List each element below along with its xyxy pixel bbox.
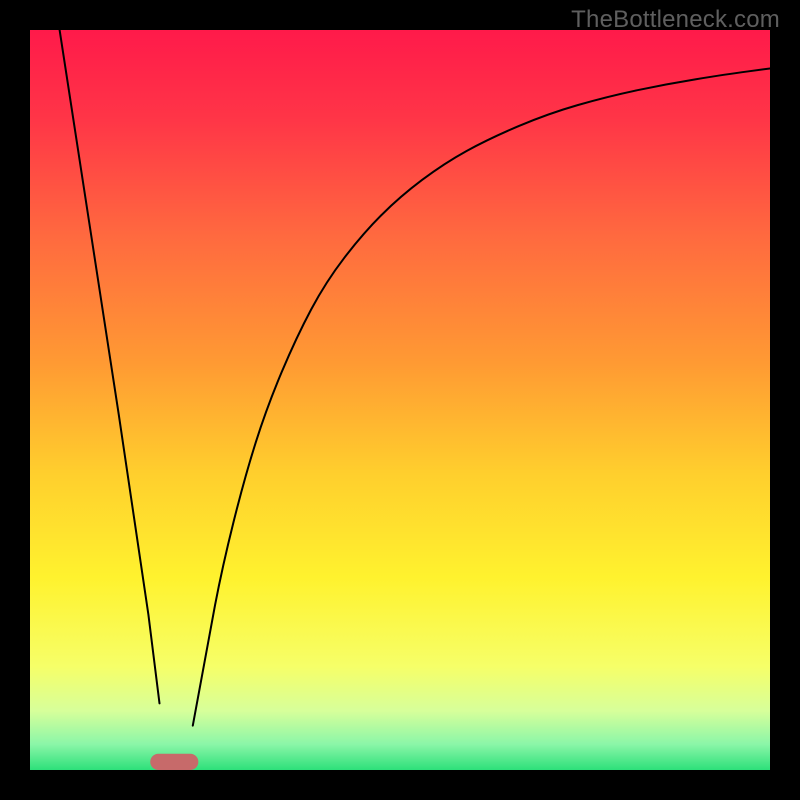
watermark-text: TheBottleneck.com xyxy=(571,6,780,34)
plot-svg xyxy=(30,30,770,770)
minimum-marker-pill xyxy=(150,754,198,770)
plot-area xyxy=(30,30,770,770)
minimum-marker xyxy=(150,754,198,770)
chart-frame: TheBottleneck.com xyxy=(0,0,800,800)
gradient-background xyxy=(30,30,770,770)
